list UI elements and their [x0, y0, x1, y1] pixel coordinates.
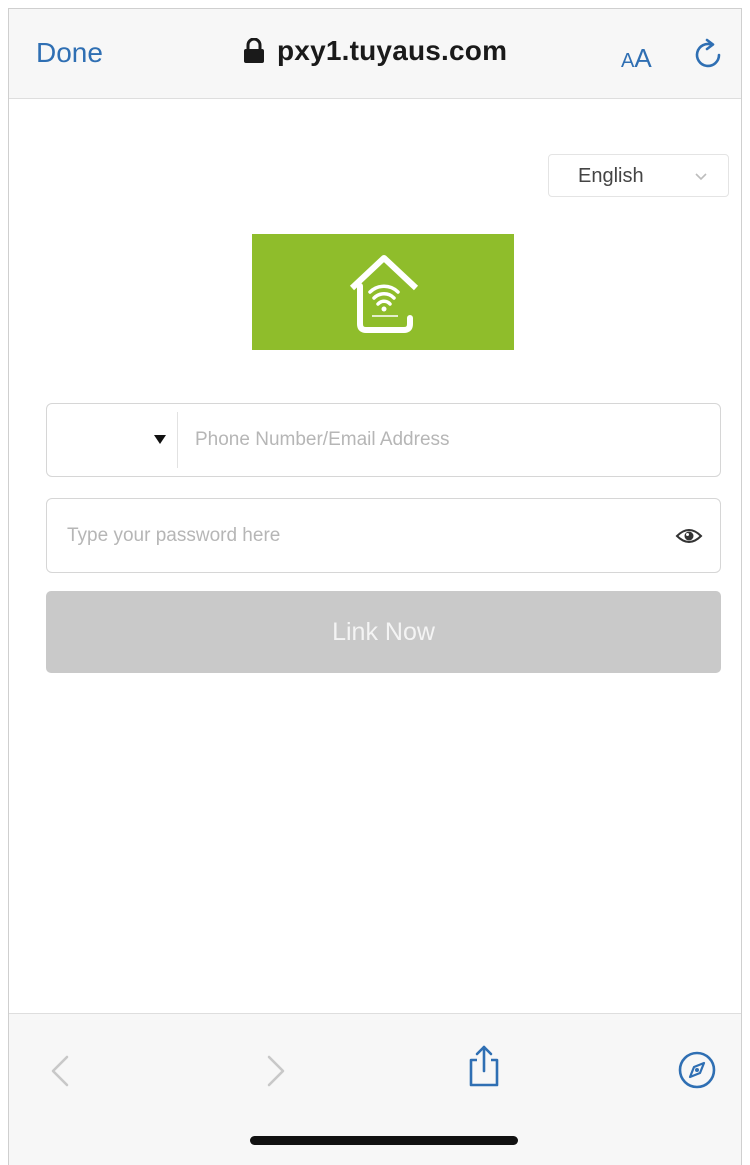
reload-icon[interactable]: [693, 37, 725, 71]
phone-email-input[interactable]: [195, 404, 705, 476]
share-icon[interactable]: [467, 1044, 501, 1088]
wifi-home-icon: [349, 255, 419, 333]
address-bar[interactable]: pxy1.tuyaus.com: [243, 35, 507, 67]
browser-top-bar: Done pxy1.tuyaus.com AA: [9, 9, 741, 99]
done-button[interactable]: Done: [36, 37, 103, 69]
home-indicator: [250, 1136, 518, 1145]
language-selected-label: English: [578, 165, 644, 187]
browser-bottom-toolbar: [9, 1013, 741, 1165]
phone-email-field: [46, 403, 721, 477]
text-size-small-label: A: [621, 50, 635, 72]
caret-down-icon: [154, 435, 166, 444]
eye-icon[interactable]: [675, 526, 703, 546]
text-size-large-label: A: [634, 43, 652, 73]
compass-icon[interactable]: [677, 1050, 717, 1090]
password-field: [46, 498, 721, 573]
password-input[interactable]: [67, 499, 657, 572]
browser-frame: Done pxy1.tuyaus.com AA English Phone Nu…: [8, 8, 742, 1165]
country-code-select[interactable]: [47, 404, 177, 476]
url-text: pxy1.tuyaus.com: [277, 35, 508, 66]
link-now-button[interactable]: Link Now: [46, 591, 721, 673]
chevron-down-icon: [694, 169, 708, 183]
language-select[interactable]: English: [548, 154, 729, 197]
back-icon[interactable]: [49, 1054, 71, 1088]
brand-logo: [252, 234, 514, 350]
forward-icon[interactable]: [265, 1054, 287, 1088]
text-size-button[interactable]: AA: [621, 43, 652, 74]
lock-icon: [243, 37, 265, 64]
field-divider: [177, 412, 178, 468]
